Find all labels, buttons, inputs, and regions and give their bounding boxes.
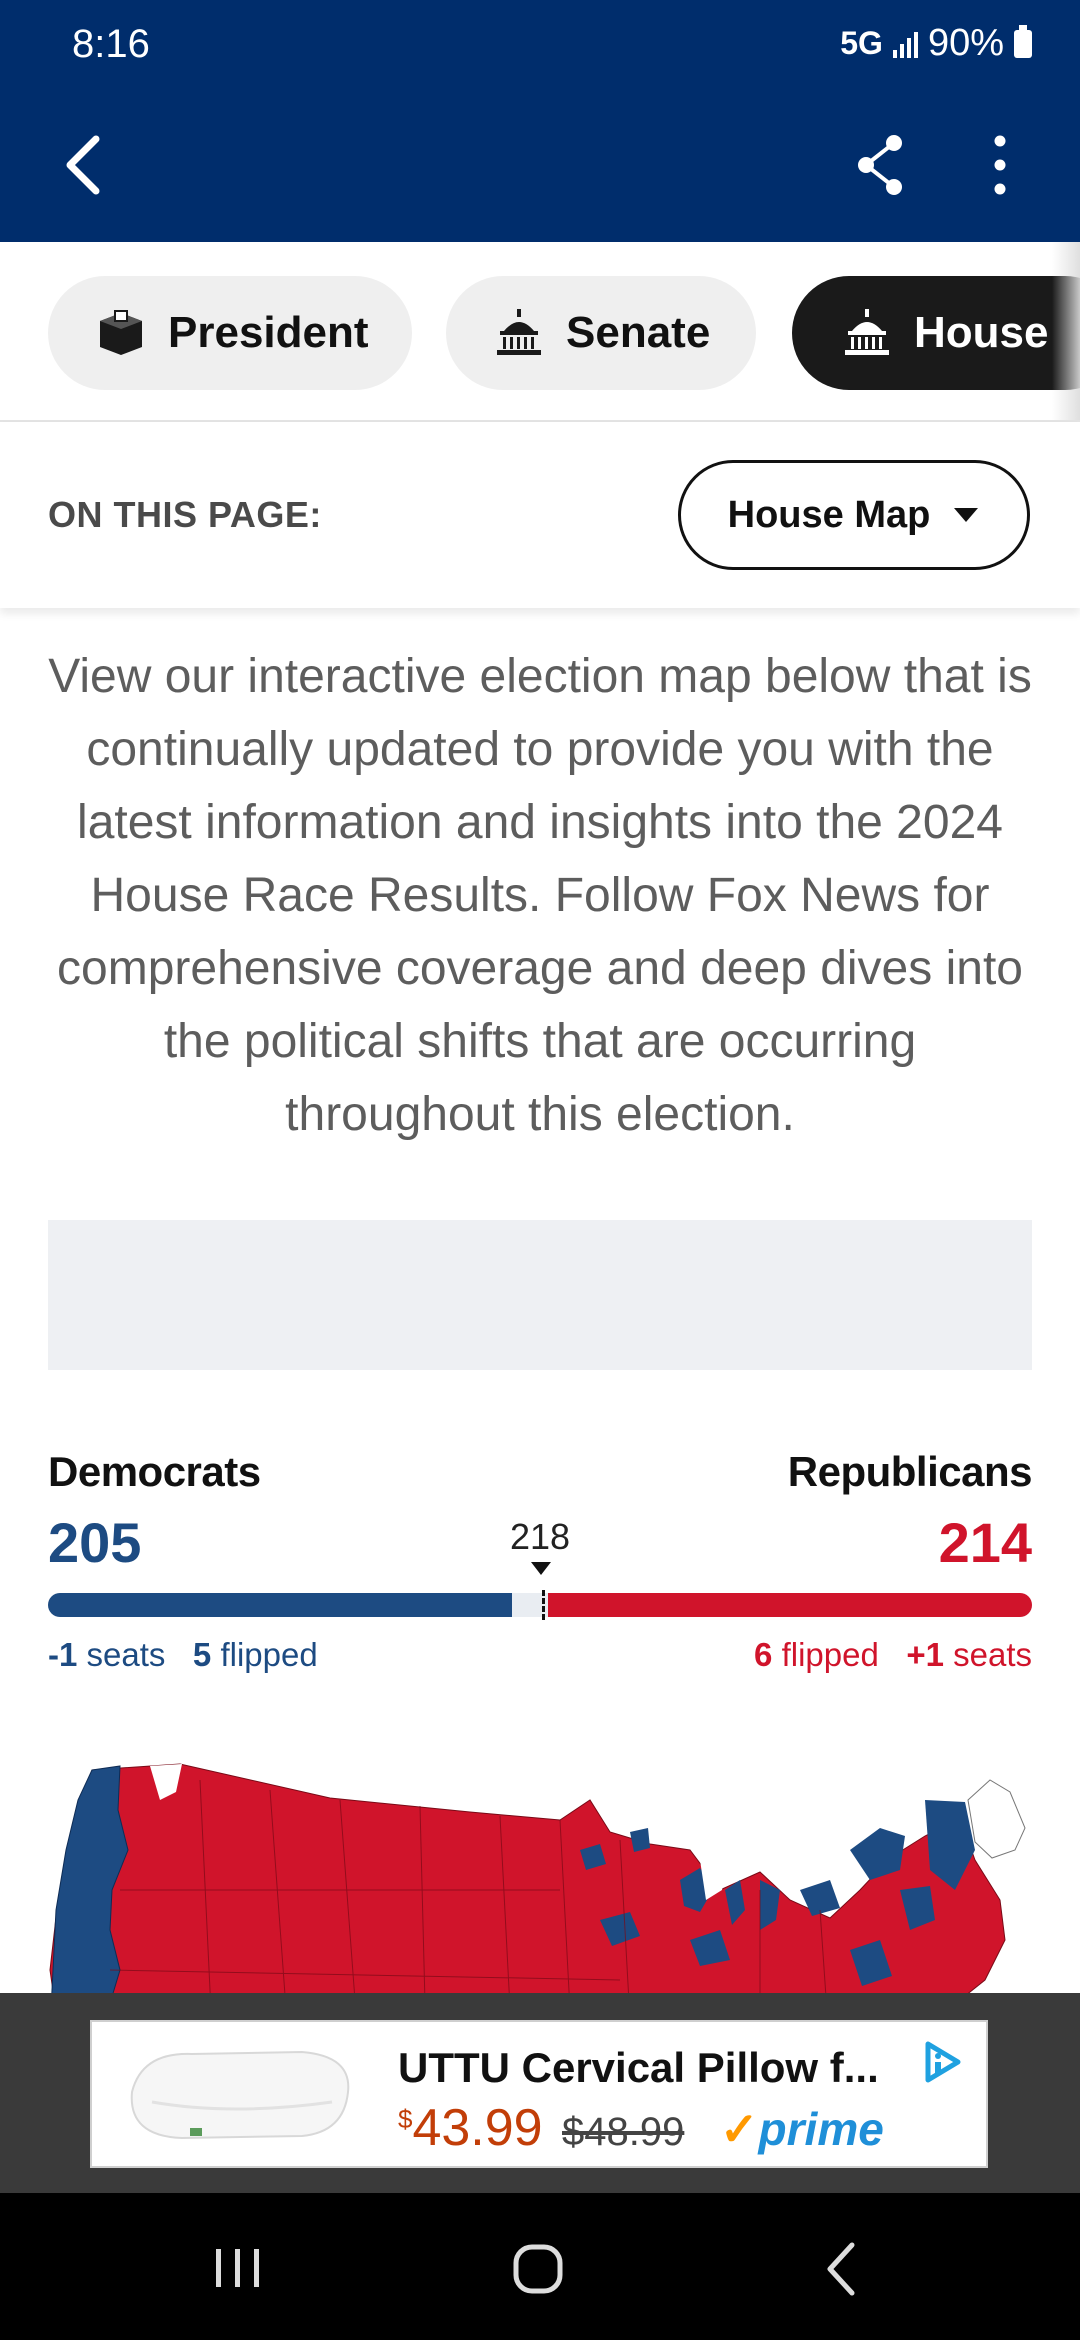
system-nav-bar <box>0 2193 1080 2340</box>
republicans-seat-count: 214 <box>938 1511 1032 1574</box>
ballot-box-icon <box>100 310 142 355</box>
rep-flipped-count: 6 <box>754 1636 773 1673</box>
ad-price-value: 43.99 <box>412 2099 543 2157</box>
dem-flipped-count: 5 <box>192 1636 212 1673</box>
tab-house-label: House <box>914 308 1049 357</box>
more-vert-icon <box>994 135 1006 195</box>
pillow-product-image <box>130 2050 350 2140</box>
battery-level: 90% <box>927 22 1004 64</box>
prime-label: prime <box>758 2103 884 2155</box>
democrats-stats: -1 seats 5 flipped <box>48 1636 318 1674</box>
majority-threshold: 218 <box>509 1516 571 1557</box>
caret-down-icon <box>954 508 979 522</box>
rep-seat-change-unit: seats <box>953 1636 1032 1673</box>
ad-price: $43.99 <box>398 2098 543 2158</box>
tab-senate-label: Senate <box>566 308 711 357</box>
democrats-seat-count: 205 <box>48 1511 142 1574</box>
seat-progress-bar <box>48 1593 1032 1617</box>
network-type: 5G <box>840 25 883 61</box>
dem-seat-change-unit: seats <box>86 1636 166 1673</box>
capitol-dome-icon <box>497 309 541 355</box>
back-button[interactable] <box>56 125 136 205</box>
status-time: 8:16 <box>72 22 150 66</box>
signal-icon <box>892 30 918 58</box>
embed-placeholder <box>48 1220 1032 1370</box>
tab-senate[interactable]: Senate <box>446 276 756 390</box>
ad-old-price: $48.99 <box>562 2110 685 2154</box>
back-icon[interactable] <box>818 2239 868 2299</box>
tab-president[interactable]: President <box>48 276 412 390</box>
capitol-building-icon <box>845 309 889 355</box>
more-options-button[interactable] <box>985 129 1025 199</box>
status-bar: 8:16 5G 90% <box>0 0 1080 95</box>
recents-icon[interactable] <box>208 2243 268 2293</box>
dem-seat-change: -1 <box>48 1636 78 1673</box>
ad-title: UTTU Cervical Pillow f... <box>398 2044 879 2091</box>
status-indicators: 5G 90% <box>840 22 1032 65</box>
ad-card[interactable]: UTTU Cervical Pillow f... $43.99 $48.99 … <box>90 2020 988 2168</box>
republicans-label: Republicans <box>787 1448 1033 1495</box>
app-bar <box>0 95 1080 242</box>
prime-check-icon: ✓ <box>720 2103 759 2155</box>
rep-seat-change: +1 <box>906 1636 944 1673</box>
intro-paragraph: View our interactive election map below … <box>48 650 1032 1141</box>
chevron-left-icon <box>66 135 100 195</box>
prime-badge: ✓prime <box>720 2102 884 2156</box>
democrats-bar <box>48 1593 512 1617</box>
rep-flipped-unit: flipped <box>781 1636 879 1673</box>
republicans-stats: 6 flipped +1 seats <box>754 1636 1032 1674</box>
section-dropdown[interactable]: House Map <box>678 460 1030 570</box>
dem-flipped-unit: flipped <box>220 1636 318 1673</box>
republicans-bar <box>548 1593 1032 1617</box>
share-icon <box>858 135 902 195</box>
ad-price-currency: $ <box>398 2104 413 2134</box>
share-button[interactable] <box>850 129 920 199</box>
scroll-fade <box>1052 242 1080 420</box>
adchoices-icon[interactable] <box>916 2036 968 2088</box>
section-dropdown-value: House Map <box>727 493 931 536</box>
battery-icon <box>1014 24 1032 58</box>
home-icon[interactable] <box>508 2239 568 2299</box>
tab-president-label: President <box>168 308 369 357</box>
democrats-label: Democrats <box>48 1448 261 1495</box>
majority-marker-icon <box>531 1562 551 1575</box>
majority-line <box>542 1590 545 1620</box>
on-this-page-label: ON THIS PAGE: <box>48 494 322 535</box>
tab-house[interactable]: House <box>792 276 1080 390</box>
on-this-page-section: ON THIS PAGE: House Map <box>0 422 1080 608</box>
race-type-tabs: President Senate House <box>0 242 1080 422</box>
